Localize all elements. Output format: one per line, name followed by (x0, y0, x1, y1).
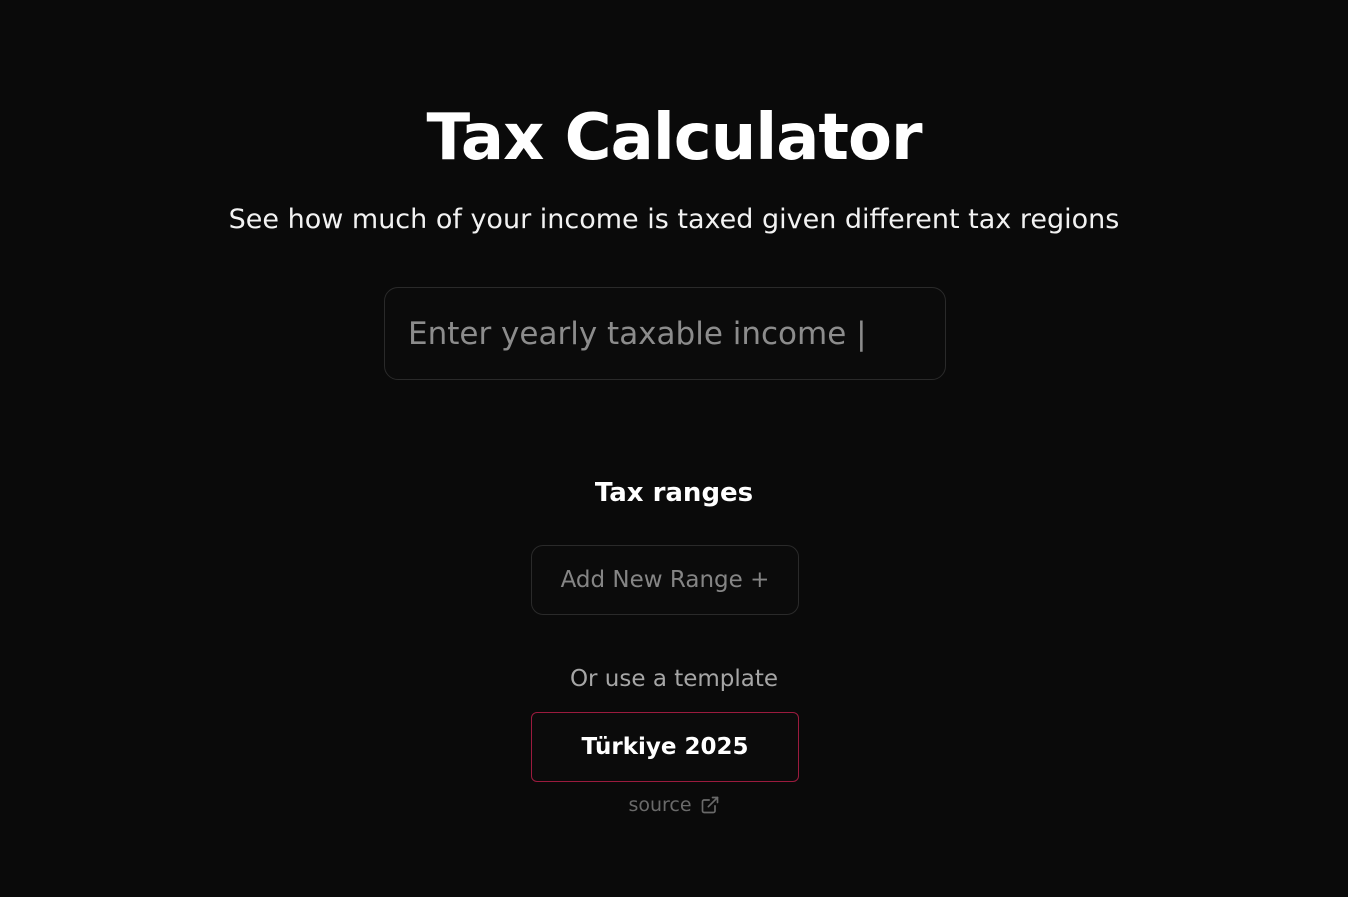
tax-calculator-page: Tax Calculator See how much of your inco… (0, 0, 1348, 897)
page-subtitle: See how much of your income is taxed giv… (228, 204, 1120, 235)
template-label: Or use a template (569, 666, 779, 692)
template-turkiye-2025-button[interactable]: Türkiye 2025 (531, 712, 799, 782)
source-link[interactable]: source (0, 791, 1348, 819)
income-input[interactable] (384, 287, 946, 380)
source-link-label: source (628, 794, 692, 816)
page-title: Tax Calculator (426, 101, 923, 175)
add-new-range-button[interactable]: Add New Range + (531, 545, 799, 615)
external-link-icon (700, 795, 720, 815)
tax-ranges-heading: Tax ranges (594, 478, 754, 508)
